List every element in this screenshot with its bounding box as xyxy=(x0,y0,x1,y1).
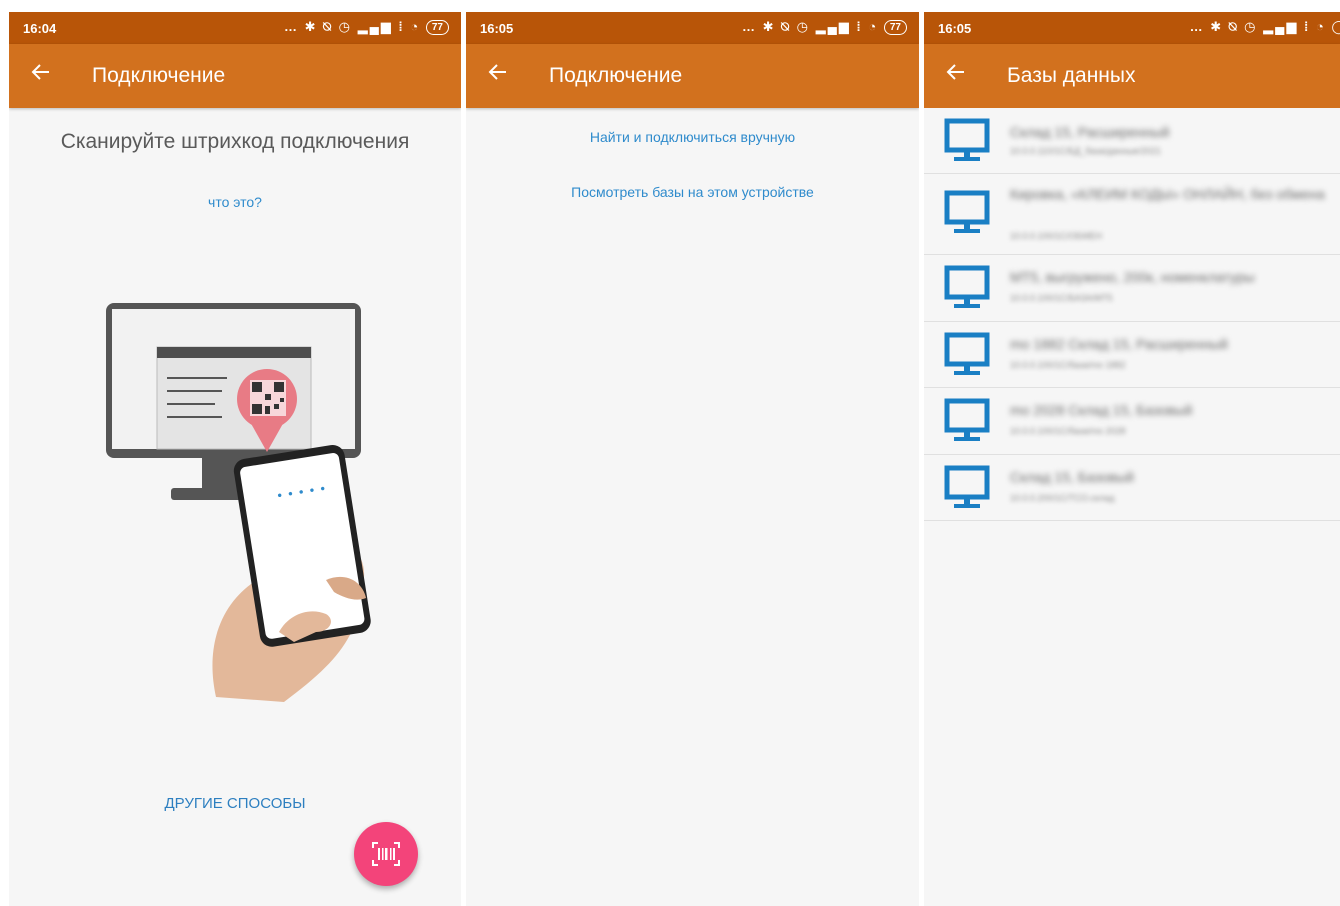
app-bar: Подключение xyxy=(9,44,461,108)
mute-icon: ⍉ xyxy=(781,19,791,34)
status-icons: … ✱ ⍉ ◷ ▂▄▆ ⁞ ◔ ◯ xyxy=(1190,19,1340,35)
more-notifications-icon: … xyxy=(284,19,300,34)
app-bar: Базы данных xyxy=(924,44,1340,108)
signal-icon: ▂▄▆ xyxy=(1263,19,1299,34)
status-time: 16:05 xyxy=(938,21,972,36)
volte-icon: ⁞ xyxy=(1303,19,1311,34)
status-icons: … ✱ ⍉ ◷ ▂▄▆ ⁞ ◔ 77 xyxy=(284,19,449,35)
database-name: МТ5, выгружено, 200к, номенклатуры xyxy=(1010,269,1255,285)
signal-icon: ▂▄▆ xyxy=(815,19,851,34)
database-address: 10.0.0.100/1С/БАЗА/МТ5 xyxy=(1010,293,1113,303)
database-address: 10.0.0.100/1С/база/mo 2028 xyxy=(1010,426,1126,436)
monitor-icon xyxy=(944,265,990,308)
wifi-icon: ◔ xyxy=(868,19,879,34)
battery-icon: 77 xyxy=(425,20,449,35)
database-list-item[interactable]: МТ5, выгружено, 200к, номенклатуры 10.0.… xyxy=(924,255,1340,322)
wifi-icon: ◔ xyxy=(410,19,421,34)
scan-barcode-button[interactable] xyxy=(354,822,418,886)
database-name: mo 2028 Склад 15, Базовый xyxy=(1010,402,1193,418)
database-address: 10.0.0.100/1С/ОБМЕН xyxy=(1010,231,1102,241)
mute-icon: ⍉ xyxy=(323,19,333,34)
status-bar: 16:05 … ✱ ⍉ ◷ ▂▄▆ ⁞ ◔ 77 xyxy=(466,12,919,44)
screen-databases: 16:05 … ✱ ⍉ ◷ ▂▄▆ ⁞ ◔ ◯ Базы данных Скла… xyxy=(924,12,1340,906)
mute-icon: ⍉ xyxy=(1228,19,1239,34)
page-title: Базы данных xyxy=(1007,64,1136,87)
status-bar: 16:05 … ✱ ⍉ ◷ ▂▄▆ ⁞ ◔ ◯ xyxy=(924,12,1340,44)
barcode-scan-icon xyxy=(372,842,400,866)
database-name: Склад 15, Базовый xyxy=(1010,469,1134,485)
view-local-databases-link[interactable]: Посмотреть базы на этом устройстве xyxy=(466,184,919,200)
page-title: Подключение xyxy=(549,64,683,87)
database-list-item[interactable]: mo 1882 Склад 15, Расширенный 10.0.0.100… xyxy=(924,322,1340,388)
back-arrow-icon[interactable] xyxy=(944,58,968,88)
battery-icon: ◯ xyxy=(1331,19,1340,34)
database-address: 10.0.0.200/1С/ТСО.склад xyxy=(1010,493,1115,503)
more-notifications-icon: … xyxy=(1189,19,1205,34)
monitor-icon xyxy=(944,398,990,441)
app-bar: Подключение xyxy=(466,44,919,108)
database-name: Кировка, «КЛЕИМ КОДЫ» ОНЛАЙН, без обмена xyxy=(1010,186,1325,202)
bluetooth-icon: ✱ xyxy=(762,19,776,34)
monitor-icon xyxy=(944,118,990,161)
alarm-icon: ◷ xyxy=(1244,19,1258,34)
scan-illustration: • • • • • xyxy=(106,303,371,702)
back-arrow-icon[interactable] xyxy=(29,58,53,88)
database-list-item[interactable]: mo 2028 Склад 15, Базовый 10.0.0.100/1С/… xyxy=(924,388,1340,455)
bluetooth-icon: ✱ xyxy=(304,19,318,34)
database-list-item[interactable]: Кировка, «КЛЕИМ КОДЫ» ОНЛАЙН, без обмена… xyxy=(924,174,1340,255)
other-ways-link[interactable]: ДРУГИЕ СПОСОБЫ xyxy=(9,795,461,812)
screen-scan-barcode: 16:04 … ✱ ⍉ ◷ ▂▄▆ ⁞ ◔ 77 Подключение Ска… xyxy=(9,12,461,906)
back-arrow-icon[interactable] xyxy=(486,58,510,88)
alarm-icon: ◷ xyxy=(338,19,352,34)
database-list: Склад 15, Расширенный 10.0.0.110/1C/БД_б… xyxy=(924,108,1340,521)
bluetooth-icon: ✱ xyxy=(1210,19,1224,34)
database-address: 10.0.0.110/1C/БД_база/данные/2021 xyxy=(1010,146,1162,156)
signal-icon: ▂▄▆ xyxy=(357,19,393,34)
status-time: 16:05 xyxy=(480,21,514,36)
database-list-item[interactable]: Склад 15, Базовый 10.0.0.200/1С/ТСО.скла… xyxy=(924,455,1340,521)
page-title: Подключение xyxy=(92,64,226,87)
database-name: mo 1882 Склад 15, Расширенный xyxy=(1010,336,1228,352)
find-manually-link[interactable]: Найти и подключиться вручную xyxy=(466,129,919,145)
alarm-icon: ◷ xyxy=(796,19,810,34)
battery-icon: 77 xyxy=(883,20,907,35)
status-icons: … ✱ ⍉ ◷ ▂▄▆ ⁞ ◔ 77 xyxy=(742,19,907,35)
volte-icon: ⁞ xyxy=(856,19,863,34)
status-time: 16:04 xyxy=(23,21,57,36)
monitor-icon xyxy=(944,465,990,508)
wifi-icon: ◔ xyxy=(1315,19,1326,34)
what-is-this-link[interactable]: что это? xyxy=(9,194,461,210)
volte-icon: ⁞ xyxy=(398,19,405,34)
monitor-icon xyxy=(944,190,990,233)
scan-heading: Сканируйте штрихкод подключения xyxy=(60,130,410,153)
screen-connection-options: 16:05 … ✱ ⍉ ◷ ▂▄▆ ⁞ ◔ 77 Подключение Най… xyxy=(466,12,919,906)
monitor-icon xyxy=(944,332,990,375)
database-list-item[interactable]: Склад 15, Расширенный 10.0.0.110/1C/БД_б… xyxy=(924,108,1340,174)
status-bar: 16:04 … ✱ ⍉ ◷ ▂▄▆ ⁞ ◔ 77 xyxy=(9,12,461,44)
database-address: 10.0.0.100/1С/база/mo 1882 xyxy=(1010,360,1126,370)
more-notifications-icon: … xyxy=(742,19,758,34)
database-name: Склад 15, Расширенный xyxy=(1010,124,1170,140)
